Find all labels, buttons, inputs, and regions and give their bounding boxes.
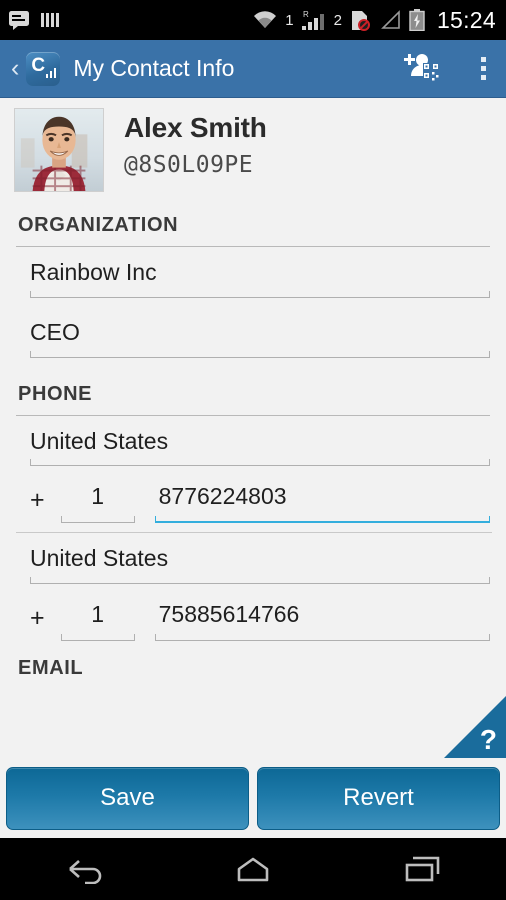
android-nav-bar xyxy=(0,838,506,900)
wifi-icon xyxy=(252,10,278,30)
field-underline xyxy=(30,459,490,467)
svg-text:R: R xyxy=(303,10,309,19)
overflow-dot xyxy=(481,75,486,80)
phone-screen: 1 R 2 15:24 ‹ C My Contact Info Alex Smi… xyxy=(0,0,506,900)
field-job-title[interactable]: CEO xyxy=(16,307,490,367)
help-button[interactable]: ? xyxy=(444,696,506,758)
recents-icon xyxy=(405,856,439,882)
back-icon xyxy=(69,860,102,884)
cellular-empty-icon xyxy=(378,9,402,31)
field-company-value: Rainbow Inc xyxy=(30,259,157,285)
cellular-sim1-icon: R xyxy=(301,9,327,31)
app-logo-icon: C xyxy=(26,51,61,86)
field-phone-country-2-value: United States xyxy=(30,545,169,572)
field-underline-focused xyxy=(154,516,491,524)
field-country-code-2[interactable]: 1 xyxy=(60,601,135,641)
phone-plus-label: + xyxy=(30,604,45,632)
field-phone-country-1[interactable]: United States xyxy=(16,416,490,476)
overflow-menu-button[interactable] xyxy=(475,53,492,84)
back-button[interactable]: ‹ xyxy=(6,56,24,81)
revert-button[interactable]: Revert xyxy=(257,766,500,830)
app-logo-letter: C xyxy=(31,54,46,76)
profile-header: Alex Smith @8S0L09PE xyxy=(0,98,506,198)
field-phone-country-2[interactable]: United States xyxy=(16,533,490,593)
field-company[interactable]: Rainbow Inc xyxy=(16,247,490,307)
field-underline xyxy=(30,350,490,358)
field-underline xyxy=(30,577,490,584)
field-phone-number-1-value: 8776224803 xyxy=(158,483,287,510)
action-bar: ‹ C My Contact Info xyxy=(0,40,506,98)
field-phone-number-2-value: 75885614766 xyxy=(158,601,300,627)
field-job-title-value: CEO xyxy=(30,318,80,345)
status-bar-clock: 15:24 xyxy=(436,6,496,33)
sim1-index-label: 1 xyxy=(285,11,294,29)
status-bar-system-icons: 1 R 2 15:24 xyxy=(252,7,496,34)
form-action-bar: Save Revert xyxy=(0,758,506,838)
message-icon xyxy=(8,10,30,30)
section-header-organization: ORGANIZATION xyxy=(18,214,179,236)
field-phone-country-1-value: United States xyxy=(30,427,169,454)
phone-number-row-2: + 1 75885614766 xyxy=(16,593,491,641)
section-header-email: EMAIL xyxy=(18,657,84,679)
nav-back-button[interactable] xyxy=(30,846,138,892)
field-phone-number-2[interactable]: 75885614766 xyxy=(154,601,491,641)
phone-plus-label: + xyxy=(30,486,45,515)
field-underline xyxy=(154,634,491,641)
sim2-index-label: 2 xyxy=(333,11,342,29)
action-bar-actions xyxy=(403,51,492,87)
nav-home-button[interactable] xyxy=(199,846,307,892)
field-phone-number-1[interactable]: 8776224803 xyxy=(154,483,491,524)
overflow-dot xyxy=(481,57,486,62)
contact-handle: @8S0L09PE xyxy=(124,152,254,179)
question-mark-icon: ? xyxy=(479,724,497,755)
section-header-phone: PHONE xyxy=(18,382,93,405)
contact-form: Alex Smith @8S0L09PE ORGANIZATION Rainbo… xyxy=(0,98,506,758)
field-country-code-1-value: 1 xyxy=(91,483,104,510)
signal-bars-icon xyxy=(40,10,60,30)
status-bar: 1 R 2 15:24 xyxy=(0,0,506,40)
app-logo-bars-icon xyxy=(45,67,57,78)
overflow-dot xyxy=(481,66,486,71)
status-bar-notifications xyxy=(8,10,60,30)
contact-name: Alex Smith xyxy=(124,112,267,143)
add-contact-qr-icon[interactable] xyxy=(403,51,441,87)
nav-recents-button[interactable] xyxy=(368,846,476,892)
save-button[interactable]: Save xyxy=(6,766,249,830)
avatar[interactable] xyxy=(14,108,104,192)
field-country-code-1[interactable]: 1 xyxy=(60,483,135,524)
page-title: My Contact Info xyxy=(73,55,235,81)
sim2-no-service-icon xyxy=(349,9,371,31)
phone-number-row-1: + 1 8776224803 xyxy=(16,475,491,524)
field-underline xyxy=(30,290,490,298)
battery-charging-icon xyxy=(409,9,425,31)
field-country-code-2-value: 1 xyxy=(91,601,104,627)
profile-identity: Alex Smith @8S0L09PE xyxy=(124,108,267,178)
field-underline xyxy=(60,634,135,641)
field-underline xyxy=(60,516,135,524)
home-icon xyxy=(237,857,269,882)
